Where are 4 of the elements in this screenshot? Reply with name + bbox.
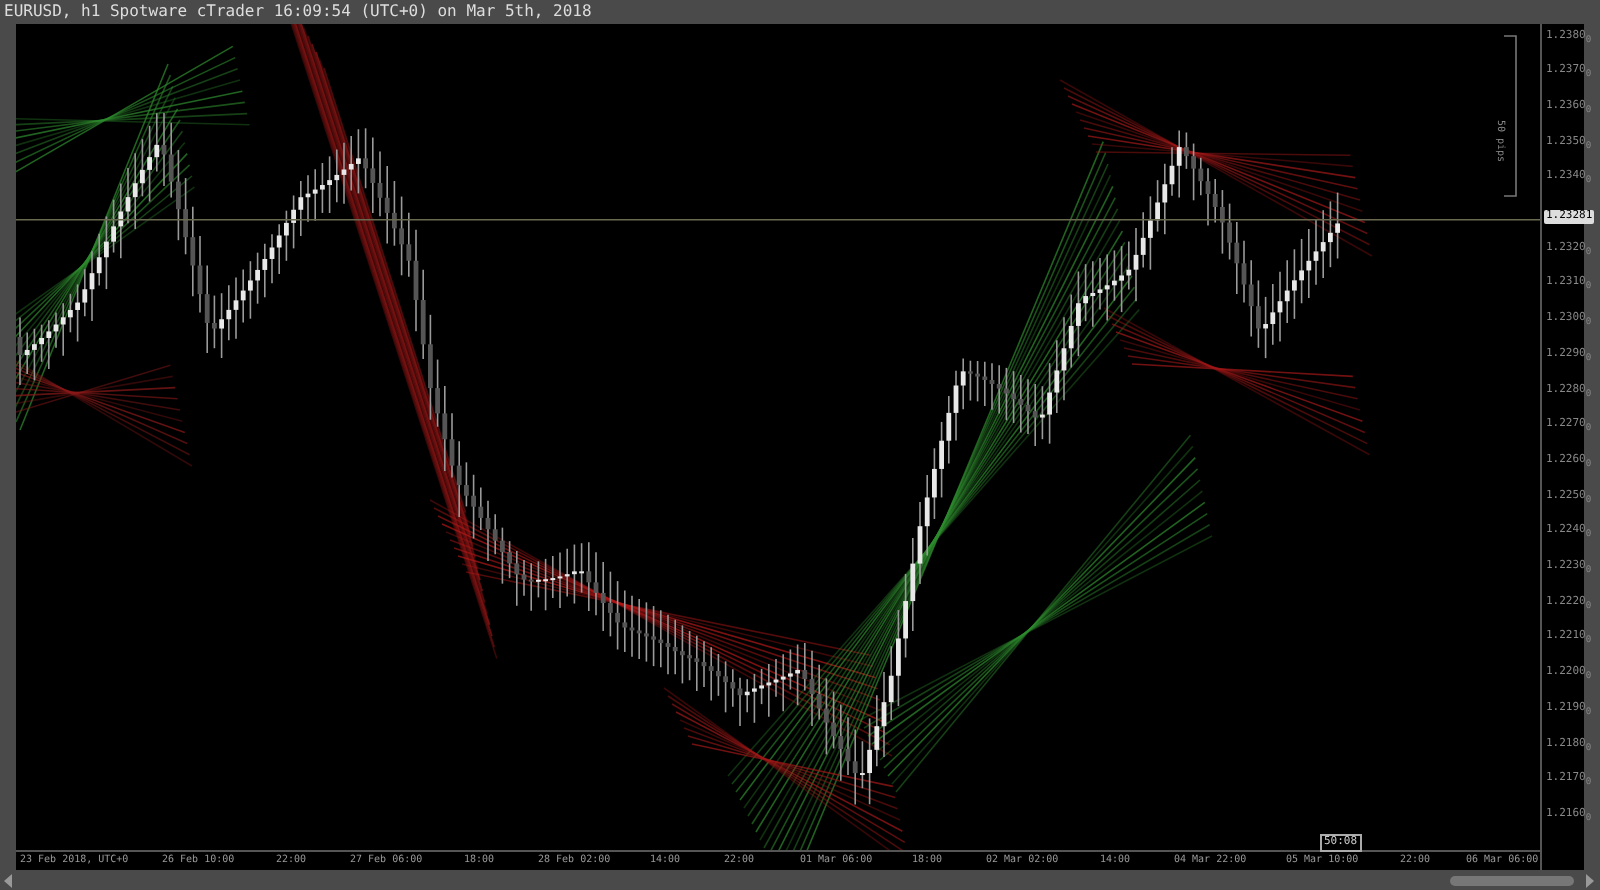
window-title: EURUSD, h1 Spotware cTrader 16:09:54 (UTC+0) on Mar 5th, 2018 [2, 0, 594, 24]
scroll-left-icon[interactable] [4, 874, 14, 888]
scrollbar-thumb[interactable] [1450, 876, 1574, 886]
scroll-right-icon[interactable] [1584, 874, 1594, 888]
